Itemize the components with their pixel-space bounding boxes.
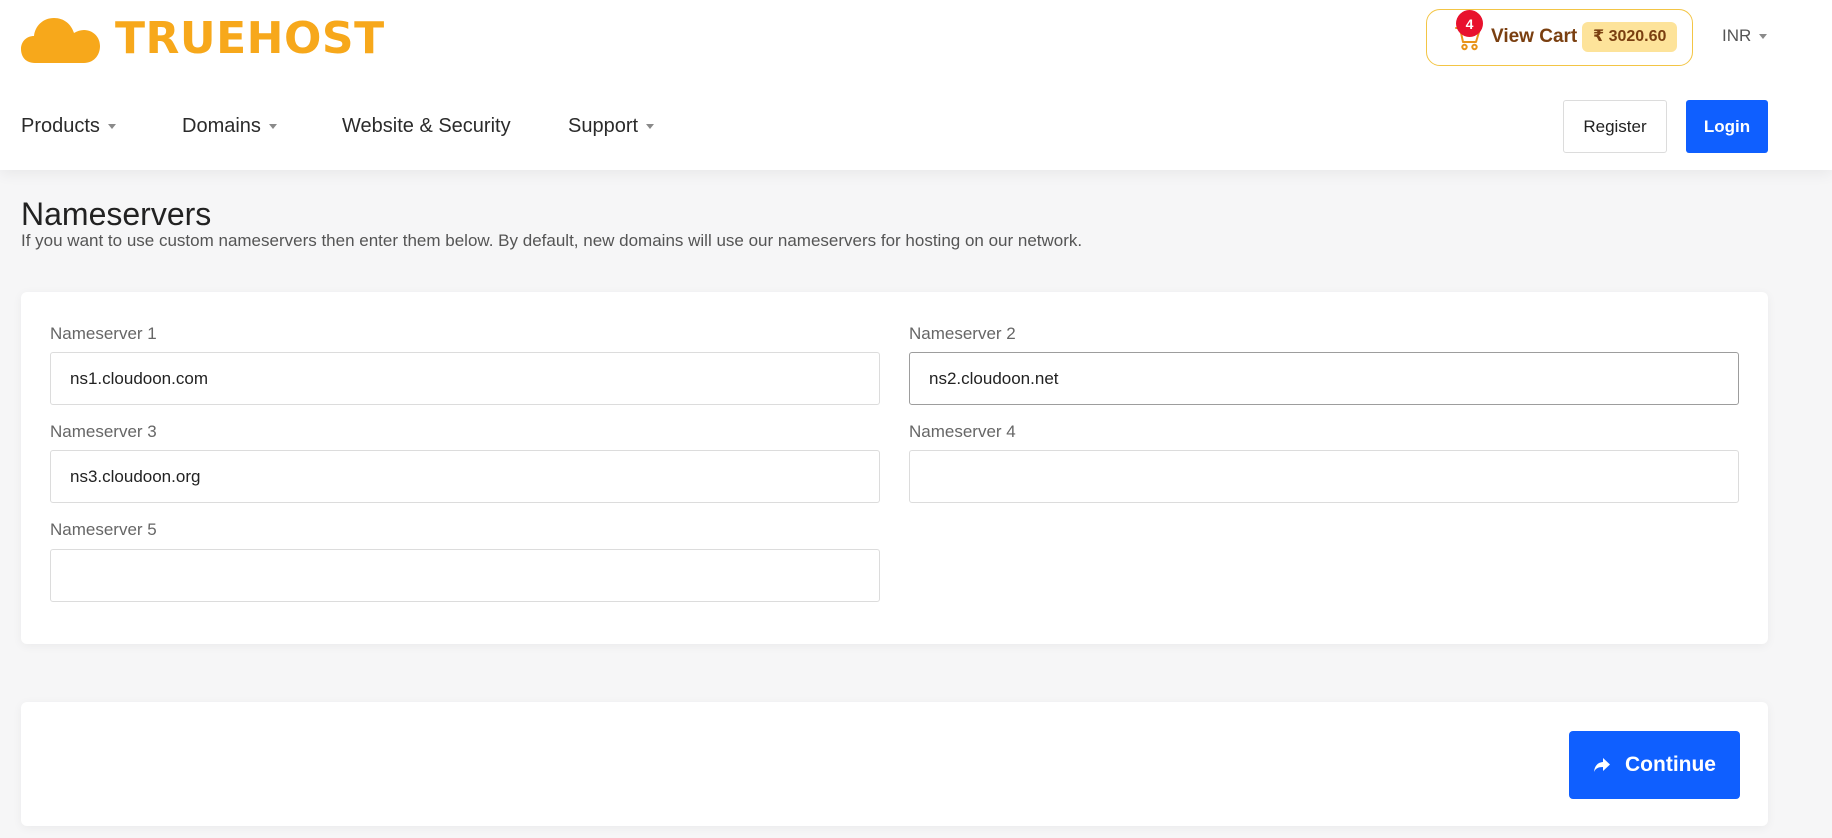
nav-item-website-security[interactable]: Website & Security [342,113,511,139]
nameserver-1-label: Nameserver 1 [50,324,157,343]
chevron-down-icon [107,123,116,129]
nameserver-3-input[interactable] [50,450,880,503]
share-arrow-icon [1594,758,1610,772]
register-button[interactable]: Register [1563,100,1667,153]
view-cart-button[interactable]: 4 View Cart ₹ 3020.60 [1426,9,1693,66]
currency-value: INR [1722,26,1752,45]
brand-name: TRUEHOST [115,13,385,64]
nameservers-card: Nameserver 1 Nameserver 2 Nameserver 3 N… [21,292,1768,644]
currency-selector[interactable]: INR [1722,26,1768,46]
nameserver-5-input[interactable] [50,549,880,602]
nameserver-4-input[interactable] [909,450,1739,503]
nameserver-1-input[interactable] [50,352,880,405]
chevron-down-icon [268,123,277,129]
nameserver-2-input[interactable] [909,352,1739,405]
continue-label: Continue [1625,753,1716,776]
truehost-logo[interactable]: TRUEHOST [21,14,385,64]
nav-item-label: Domains [182,114,261,137]
continue-button[interactable]: Continue [1569,731,1740,799]
nav-item-products[interactable]: Products [21,113,116,139]
actions-card: Continue [21,702,1768,826]
cart-total: ₹ 3020.60 [1582,22,1678,52]
page-description: If you want to use custom nameservers th… [21,231,1083,250]
nameserver-4-label: Nameserver 4 [909,422,1016,441]
nameserver-5-label: Nameserver 5 [50,520,157,539]
nameserver-3-label: Nameserver 3 [50,422,157,441]
nav-item-domains[interactable]: Domains [182,113,277,139]
login-button[interactable]: Login [1686,100,1768,153]
page-title: Nameservers [21,196,212,232]
nav-item-support[interactable]: Support [568,113,655,139]
chevron-down-icon [646,123,655,129]
cloud-icon [21,18,100,63]
nameserver-2-label: Nameserver 2 [909,324,1016,343]
nav-item-label: Website & Security [342,114,511,137]
nav-item-label: Products [21,114,100,137]
site-header: TRUEHOST 4 View Cart ₹ 3020.60 INR Produ… [0,0,1832,170]
cart-count-badge: 4 [1456,10,1483,37]
chevron-down-icon [1759,33,1768,39]
nav-item-label: Support [568,114,639,137]
cart-label: View Cart [1491,26,1578,47]
